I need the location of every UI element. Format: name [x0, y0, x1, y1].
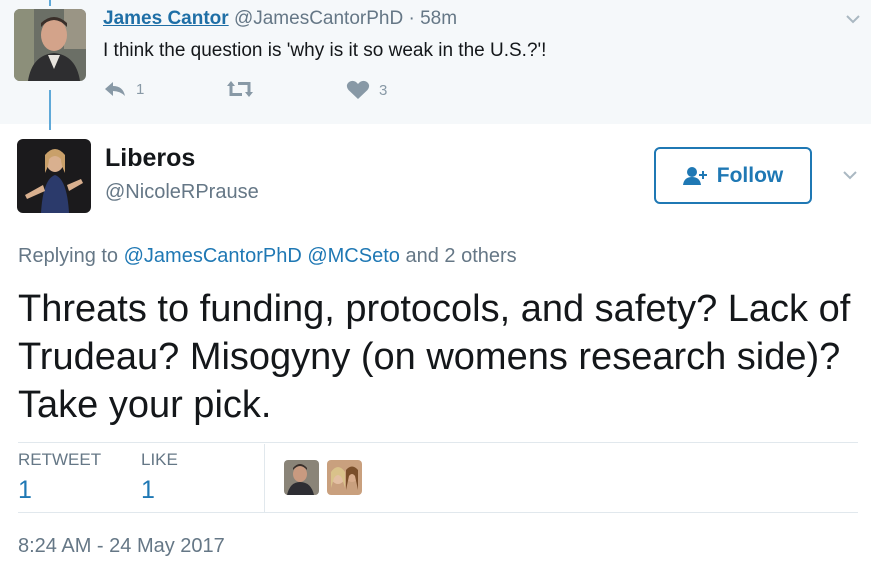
tweet-time[interactable]: 58m: [420, 8, 457, 29]
retweet-button[interactable]: [225, 80, 255, 98]
mention-link[interactable]: @JamesCantorPhD: [124, 245, 302, 267]
avatar[interactable]: [14, 9, 86, 81]
divider: [18, 512, 858, 513]
author-handle[interactable]: @JamesCantorPhD: [234, 8, 403, 29]
chevron-down-icon[interactable]: [843, 168, 857, 182]
add-user-icon: [682, 166, 707, 185]
divider: [18, 442, 858, 443]
author-name[interactable]: Liberos: [105, 144, 195, 173]
thread-line: [49, 90, 51, 130]
parent-tweet: James Cantor @JamesCantorPhD · 58m I thi…: [0, 0, 871, 130]
follow-label: Follow: [716, 163, 784, 187]
tweet-text: Threats to funding, protocols, and safet…: [18, 288, 851, 426]
mention-link[interactable]: @MCSeto: [307, 245, 400, 267]
liker-avatar[interactable]: [327, 460, 362, 495]
like-button[interactable]: 3: [346, 80, 387, 100]
replying-suffix[interactable]: and 2 others: [405, 245, 516, 267]
tweet-text: I think the question is 'why is it so we…: [103, 40, 547, 61]
liker-avatar[interactable]: [284, 460, 319, 495]
author-handle[interactable]: @NicoleRPrause: [105, 181, 259, 204]
retweet-label: RETWEET: [18, 450, 102, 469]
retweet-stat[interactable]: RETWEET 1: [18, 450, 101, 505]
like-stat[interactable]: LIKE 1: [141, 450, 178, 505]
replying-prefix: Replying to: [18, 245, 119, 267]
reply-icon: [103, 80, 127, 98]
like-count: 3: [379, 81, 388, 99]
avatar[interactable]: [17, 139, 91, 213]
separator: ·: [408, 8, 415, 29]
tweet-timestamp[interactable]: 8:24 AM - 24 May 2017: [18, 535, 225, 558]
reply-count: 1: [136, 80, 145, 98]
heart-icon: [346, 80, 370, 100]
replying-to: Replying to @JamesCantorPhD @MCSeto and …: [18, 245, 517, 268]
author-name[interactable]: James Cantor: [103, 8, 229, 29]
divider: [264, 444, 265, 512]
reply-button[interactable]: 1: [103, 80, 144, 98]
like-count: 1: [141, 476, 155, 504]
retweet-icon: [225, 80, 255, 98]
like-label: LIKE: [141, 450, 178, 469]
follow-button[interactable]: Follow: [654, 147, 812, 204]
parent-tweet-header: James Cantor @JamesCantorPhD · 58m: [103, 8, 457, 30]
thread-line: [49, 0, 51, 6]
retweet-count: 1: [18, 476, 32, 504]
chevron-down-icon[interactable]: [846, 12, 860, 26]
